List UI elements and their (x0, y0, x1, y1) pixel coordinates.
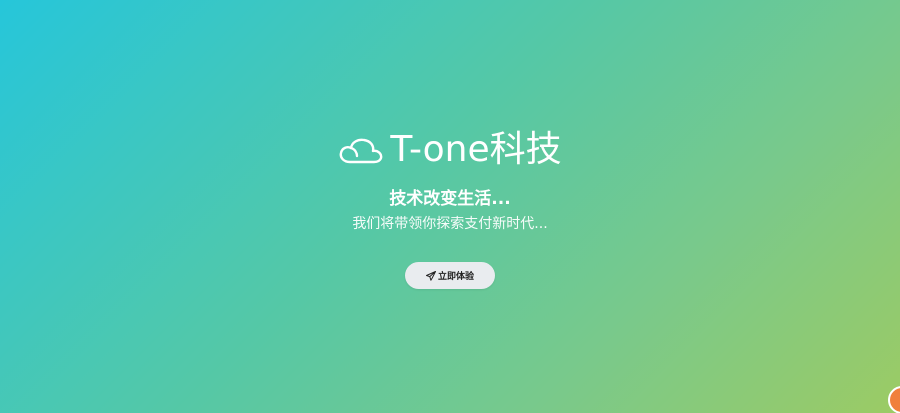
cloud-icon (339, 138, 383, 164)
brand-name: T-one科技 (390, 128, 561, 172)
brand-name-cn: 科技 (489, 129, 562, 170)
hero-section: T-one科技 技术改变生活... 我们将带领你探索支付新时代... 立即体验 (0, 0, 900, 413)
hero-subline: 我们将带领你探索支付新时代... (352, 216, 548, 232)
try-now-button[interactable]: 立即体验 (405, 262, 495, 289)
brand-logo: T-one科技 (0, 128, 900, 172)
brand-name-latin: T-one (390, 129, 490, 170)
try-now-label: 立即体验 (437, 272, 474, 282)
paper-plane-icon (425, 270, 436, 281)
hero-tagline: 技术改变生活... (389, 189, 511, 209)
